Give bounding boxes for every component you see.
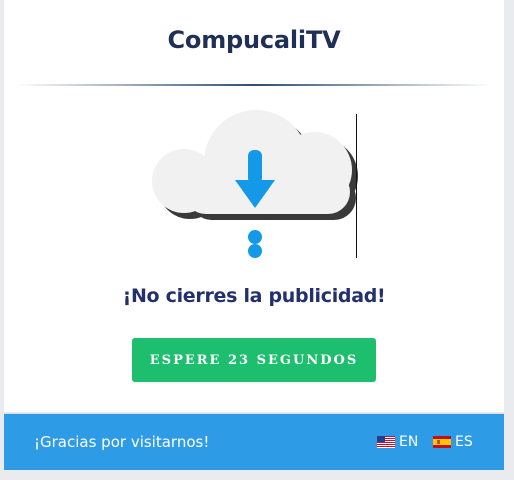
text-cursor: [356, 114, 357, 258]
language-es-link[interactable]: ES: [433, 434, 473, 450]
headline: ¡No cierres la publicidad!: [122, 285, 386, 307]
language-en-label: EN: [399, 434, 419, 450]
content-card: CompucaliTV ¡No cierres la publicidad! E…: [4, 0, 504, 412]
site-title: CompucaliTV: [167, 26, 341, 54]
us-flag-icon: [377, 436, 395, 448]
language-es-label: ES: [455, 434, 473, 450]
footer-thanks-text: ¡Gracias por visitarnos!: [34, 433, 210, 451]
language-en-link[interactable]: EN: [377, 434, 418, 450]
wait-countdown-button[interactable]: ESPERE 23 SEGUNDOS: [132, 338, 376, 382]
cloud-download-icon: [152, 110, 358, 258]
title-divider: [16, 84, 492, 86]
footer-bar: ¡Gracias por visitarnos! EN ES: [4, 414, 504, 470]
page: CompucaliTV ¡No cierres la publicidad! E…: [0, 0, 514, 480]
es-flag-icon: [433, 436, 451, 448]
